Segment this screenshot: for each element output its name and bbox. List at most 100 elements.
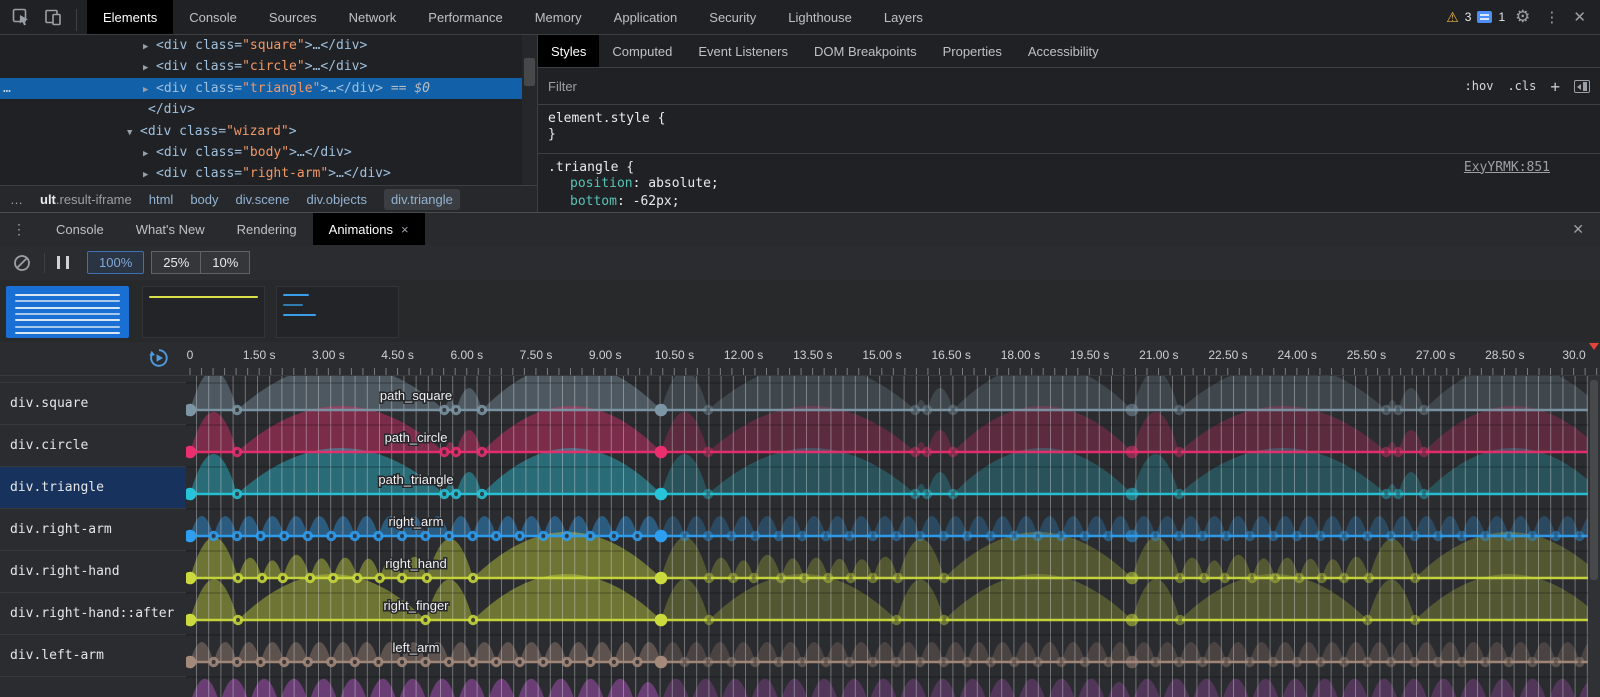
dom-row-2[interactable]: …▶<div class="triangle">…</div> == $0	[0, 78, 537, 99]
stylesheet-source-link[interactable]: ExyYRMK:851	[1464, 160, 1550, 175]
drawer-tabs: ConsoleWhat's NewRenderingAnimations×	[40, 213, 425, 245]
breadcrumb-item-5[interactable]: div.objects	[306, 192, 366, 207]
device-toolbar-icon[interactable]	[42, 6, 64, 28]
expand-arrow-icon[interactable]: ▶	[143, 144, 156, 165]
styles-tab-styles[interactable]: Styles	[538, 35, 599, 67]
topbar-left-icons	[0, 0, 87, 34]
topbar-tab-network[interactable]: Network	[333, 0, 413, 34]
animation-group-preview-1[interactable]	[142, 286, 265, 338]
speed-button-25[interactable]: 25%	[151, 251, 201, 274]
track-row-div-square[interactable]: div.square	[0, 383, 186, 425]
ruler-ticks	[186, 367, 1600, 375]
ruler-label: 6.00 s	[450, 348, 483, 362]
drawer-tab-console[interactable]: Console	[40, 213, 120, 245]
track-row-div-right-arm[interactable]: div.right-arm	[0, 509, 186, 551]
topbar-tab-sources[interactable]: Sources	[253, 0, 333, 34]
breadcrumb-item-2[interactable]: html	[149, 192, 174, 207]
more-options-icon[interactable]: ⋮	[1540, 8, 1563, 26]
dom-row-0[interactable]: ▶<div class="square">…</div>	[0, 35, 537, 56]
ruler-label: 3.00 s	[312, 348, 345, 362]
toggle-class-button[interactable]: .cls	[1507, 79, 1536, 93]
topbar-tab-security[interactable]: Security	[693, 0, 772, 34]
ruler-label: 12.00 s	[724, 348, 763, 362]
settings-gear-icon[interactable]: ⚙	[1511, 7, 1534, 27]
animation-group-preview-0[interactable]	[6, 286, 129, 338]
expand-arrow-icon[interactable]: ▶	[143, 37, 156, 58]
dom-row-more-icon[interactable]: …	[3, 78, 12, 99]
track-row-div-left-arm[interactable]: div.left-arm	[0, 635, 186, 677]
expand-arrow-icon[interactable]: ▶	[143, 58, 156, 79]
clear-all-icon[interactable]	[12, 253, 32, 273]
expand-arrow-icon[interactable]: ▼	[127, 123, 140, 144]
breadcrumb-item-3[interactable]: body	[190, 192, 218, 207]
dom-row-4[interactable]: ▼<div class="wizard">	[0, 121, 537, 142]
dom-tree: ▶<div class="square">…</div>▶<div class=…	[0, 35, 537, 185]
styles-filter-input[interactable]	[548, 79, 1308, 94]
breadcrumb-item-1[interactable]: ult.result-iframe	[40, 192, 132, 207]
speed-button-10[interactable]: 10%	[200, 251, 250, 274]
topbar-tab-lighthouse[interactable]: Lighthouse	[772, 0, 868, 34]
breadcrumb-item-6[interactable]: div.triangle	[384, 189, 460, 210]
timeline-scrollbar[interactable]	[1588, 376, 1600, 697]
timeline-scrollbar-thumb[interactable]	[1590, 380, 1598, 580]
new-style-rule-button[interactable]: +	[1550, 77, 1560, 96]
animations-toolbar: 100% 25%10%	[0, 245, 1600, 280]
css-declaration[interactable]: position: absolute;	[548, 175, 1590, 194]
ruler-label: 24.00 s	[1278, 348, 1317, 362]
styles-tab-dom-breakpoints[interactable]: DOM Breakpoints	[801, 35, 930, 67]
topbar-tab-performance[interactable]: Performance	[412, 0, 518, 34]
breadcrumb-item-0[interactable]: …	[10, 192, 23, 207]
divider	[44, 253, 45, 273]
styles-tab-event-listeners[interactable]: Event Listeners	[685, 35, 801, 67]
toggle-hover-state-button[interactable]: :hov	[1465, 79, 1494, 93]
ruler-label: 13.50 s	[793, 348, 832, 362]
speed-button-100[interactable]: 100%	[87, 251, 144, 274]
drawer-tab-animations[interactable]: Animations×	[313, 213, 425, 245]
topbar-tab-application[interactable]: Application	[598, 0, 694, 34]
close-tab-icon[interactable]: ×	[401, 222, 409, 237]
styles-tab-computed[interactable]: Computed	[599, 35, 685, 67]
pause-all-button[interactable]	[57, 256, 69, 269]
styles-tab-properties[interactable]: Properties	[930, 35, 1015, 67]
ruler-label: 21.00 s	[1139, 348, 1178, 362]
styles-sidebar: StylesComputedEvent ListenersDOM Breakpo…	[537, 35, 1600, 212]
expand-arrow-icon[interactable]: ▶	[143, 165, 156, 185]
topbar-tabs: ElementsConsoleSourcesNetworkPerformance…	[87, 0, 939, 34]
drawer-menu-icon[interactable]: ⋮	[0, 213, 40, 245]
svg-text:path_circle: path_circle	[385, 430, 448, 445]
topbar-tab-elements[interactable]: Elements	[87, 0, 173, 34]
breadcrumb-item-4[interactable]: div.scene	[236, 192, 290, 207]
animation-group-preview-2[interactable]	[276, 286, 399, 338]
inspect-element-icon[interactable]	[10, 6, 32, 28]
close-drawer-icon[interactable]: ✕	[1572, 213, 1600, 245]
keyframes-canvas[interactable]: path_squarepath_circlepath_triangleright…	[186, 376, 1600, 697]
timeline-ruler[interactable]: 01.50 s3.00 s4.50 s6.00 s7.50 s9.00 s10.…	[0, 342, 1600, 375]
expand-arrow-icon[interactable]: ▶	[143, 80, 156, 101]
track-row-div-right-hand-after[interactable]: div.right-hand::after	[0, 593, 186, 635]
ruler-label: 30.0	[1562, 348, 1585, 362]
warning-icon[interactable]: ⚠	[1446, 9, 1459, 26]
ruler-label: 16.50 s	[932, 348, 971, 362]
dom-scrollbar[interactable]	[522, 35, 537, 185]
topbar-tab-memory[interactable]: Memory	[519, 0, 598, 34]
css-rule-1: .triangle {ExyYRMK:851position: absolute…	[538, 154, 1600, 220]
close-devtools-icon[interactable]: ✕	[1569, 8, 1590, 26]
dom-row-1[interactable]: ▶<div class="circle">…</div>	[0, 56, 537, 77]
dom-scrollbar-thumb[interactable]	[524, 58, 535, 86]
track-row-div-circle[interactable]: div.circle	[0, 425, 186, 467]
replay-icon[interactable]	[148, 347, 170, 369]
collapse-sidebar-icon[interactable]	[1574, 80, 1590, 93]
topbar-tab-console[interactable]: Console	[173, 0, 253, 34]
issues-icon[interactable]	[1477, 11, 1492, 23]
topbar-tab-layers[interactable]: Layers	[868, 0, 939, 34]
scrubber-marker[interactable]	[1589, 343, 1599, 350]
track-row-div-triangle[interactable]: div.triangle	[0, 467, 186, 509]
styles-tab-accessibility[interactable]: Accessibility	[1015, 35, 1112, 67]
css-declaration[interactable]: bottom: -62px;	[548, 193, 1590, 212]
dom-row-5[interactable]: ▶<div class="body">…</div>	[0, 142, 537, 163]
drawer-tab-what-s-new[interactable]: What's New	[120, 213, 221, 245]
dom-row-6[interactable]: ▶<div class="right-arm">…</div>	[0, 163, 537, 184]
dom-row-3[interactable]: </div>	[0, 99, 537, 120]
track-row-div-right-hand[interactable]: div.right-hand	[0, 551, 186, 593]
drawer-tab-rendering[interactable]: Rendering	[221, 213, 313, 245]
